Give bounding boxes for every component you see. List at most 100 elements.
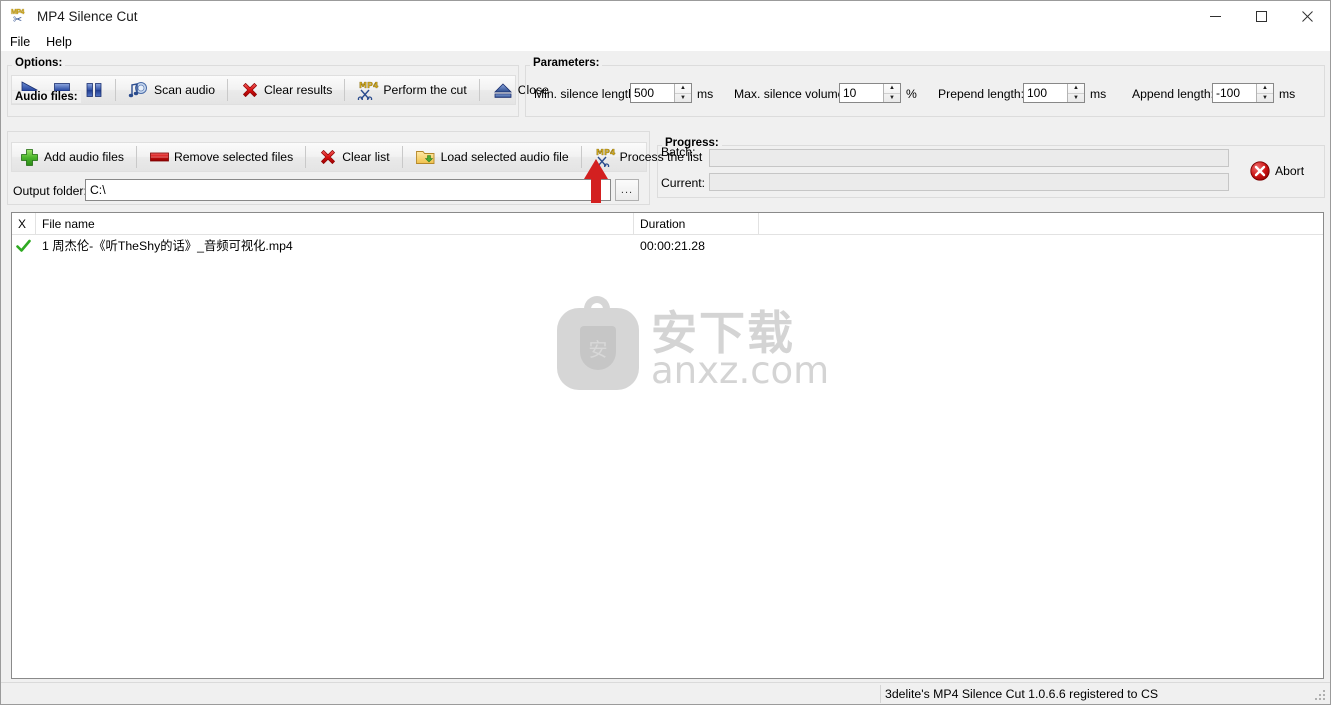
perform-the-cut-label: Perform the cut — [383, 83, 467, 97]
append-length-unit: ms — [1279, 87, 1296, 101]
toolbar-separator — [401, 146, 403, 168]
spin-down-icon[interactable]: ▼ — [1257, 94, 1273, 103]
progress-current-label: Current: — [661, 176, 706, 190]
output-folder-value: C:\ — [90, 183, 106, 197]
column-header-spacer — [759, 213, 1319, 235]
pause-icon — [86, 83, 102, 97]
minimize-button[interactable] — [1192, 1, 1238, 32]
min-silence-length-input[interactable] — [631, 84, 674, 102]
menu-bar: File Help — [1, 32, 1330, 51]
spin-down-icon[interactable]: ▼ — [1068, 94, 1084, 103]
status-text: 3delite's MP4 Silence Cut 1.0.6.6 regist… — [885, 686, 1159, 701]
mp4-scissors-icon: MP4 — [594, 148, 616, 167]
watermark-badge-glyph: 安 — [580, 326, 616, 370]
max-silence-volume-spin-buttons[interactable]: ▲ ▼ — [883, 84, 900, 102]
close-window-button[interactable] — [1284, 1, 1330, 32]
append-length-spin-buttons[interactable]: ▲ ▼ — [1256, 84, 1273, 102]
row-duration-cell: 00:00:21.28 — [640, 239, 705, 253]
load-selected-audio-file-button[interactable]: Load selected audio file — [408, 143, 576, 171]
row-spacer-cell — [759, 235, 1319, 257]
max-silence-volume-input[interactable] — [840, 84, 883, 102]
toolbar-separator — [227, 79, 228, 101]
resize-grip-icon[interactable] — [1315, 690, 1327, 702]
column-header-duration[interactable]: Duration — [634, 213, 759, 235]
file-list[interactable]: X File name Duration 1 周杰伦-《听TheShy的话》_音… — [11, 212, 1324, 679]
spin-up-icon[interactable]: ▲ — [1257, 84, 1273, 94]
red-minus-icon — [150, 152, 169, 162]
green-plus-icon — [21, 148, 38, 166]
clear-list-button[interactable]: Clear list — [311, 143, 396, 171]
min-silence-length-label: Min. silence length: — [534, 87, 639, 101]
clear-results-button[interactable]: Clear results — [233, 76, 339, 104]
options-caption: Options: — [12, 57, 66, 69]
eject-icon — [493, 83, 512, 98]
options-toolbar: Scan audio Clear results MP4 Perform the… — [11, 75, 549, 105]
green-check-icon — [16, 239, 31, 252]
watermark: 安 安下载 anxz.com — [557, 296, 829, 390]
clear-list-label: Clear list — [342, 150, 390, 164]
table-row[interactable]: 1 周杰伦-《听TheShy的话》_音频可视化.mp4 00:00:21.28 — [12, 235, 1323, 257]
maximize-button[interactable] — [1238, 1, 1284, 32]
batch-progress-bar — [709, 149, 1229, 167]
mp4-silence-cut-window: MP4 ✂ MP4 Silence Cut File Help Options: — [0, 0, 1331, 705]
prepend-length-label: Prepend length: — [938, 87, 1025, 101]
spin-up-icon[interactable]: ▲ — [884, 84, 900, 94]
parameters-caption: Parameters: — [530, 57, 603, 69]
toolbar-separator — [305, 146, 307, 168]
append-length-label: Append length: — [1132, 87, 1214, 101]
file-list-header: X File name Duration — [12, 213, 1323, 235]
add-audio-files-button[interactable]: Add audio files — [12, 143, 131, 171]
status-bar: 3delite's MP4 Silence Cut 1.0.6.6 regist… — [1, 682, 1330, 704]
prepend-length-spin-buttons[interactable]: ▲ ▼ — [1067, 84, 1084, 102]
menu-help[interactable]: Help — [46, 34, 78, 50]
watermark-text: 安下载 anxz.com — [651, 310, 829, 389]
browse-output-folder-button[interactable]: ... — [615, 179, 639, 201]
scan-audio-icon — [128, 82, 147, 98]
watermark-chinese: 安下载 — [651, 305, 795, 360]
scissors-icon: ✂ — [13, 13, 23, 26]
min-silence-length-spin-buttons[interactable]: ▲ ▼ — [674, 84, 691, 102]
spin-up-icon[interactable]: ▲ — [1068, 84, 1084, 94]
current-progress-bar — [709, 173, 1229, 191]
svg-text:MP4: MP4 — [596, 148, 616, 157]
row-check-cell[interactable] — [12, 235, 36, 257]
watermark-bag-icon: 安 — [557, 296, 639, 390]
spin-down-icon[interactable]: ▼ — [675, 94, 691, 103]
min-silence-length-unit: ms — [697, 87, 714, 101]
remove-selected-files-label: Remove selected files — [173, 150, 294, 164]
column-header-file-name[interactable]: File name — [36, 213, 634, 235]
spin-down-icon[interactable]: ▼ — [884, 94, 900, 103]
append-length-input[interactable] — [1213, 84, 1256, 102]
toolbar-separator — [344, 79, 346, 101]
app-icon: MP4 ✂ — [11, 8, 29, 26]
toolbar-separator — [580, 146, 582, 168]
perform-the-cut-button[interactable]: MP4 Perform the cut — [350, 76, 473, 104]
status-separator — [880, 685, 881, 703]
min-silence-length-stepper[interactable]: ▲ ▼ — [630, 83, 692, 103]
prepend-length-input[interactable] — [1024, 84, 1067, 102]
audio-files-toolbar: Add audio files Remove selected files Cl… — [11, 142, 702, 172]
column-header-check[interactable]: X — [12, 213, 36, 235]
folder-open-icon — [415, 151, 435, 164]
max-silence-volume-unit: % — [906, 87, 917, 101]
clear-results-label: Clear results — [264, 83, 333, 97]
abort-label: Abort — [1275, 164, 1305, 178]
scan-audio-button[interactable]: Scan audio — [121, 76, 222, 104]
add-audio-files-label: Add audio files — [44, 150, 124, 164]
mp4-scissors-icon: MP4 — [358, 81, 379, 100]
prepend-length-stepper[interactable]: ▲ ▼ — [1023, 83, 1085, 103]
browse-dots-label: ... — [620, 184, 634, 196]
remove-selected-files-button[interactable]: Remove selected files — [142, 143, 300, 171]
pause-button[interactable] — [78, 76, 110, 104]
menu-file[interactable]: File — [10, 34, 36, 50]
window-controls — [1192, 1, 1330, 32]
spin-up-icon[interactable]: ▲ — [675, 84, 691, 94]
toolbar-separator — [115, 79, 116, 101]
max-silence-volume-stepper[interactable]: ▲ ▼ — [839, 83, 901, 103]
abort-button[interactable]: Abort — [1242, 157, 1311, 185]
prepend-length-unit: ms — [1090, 87, 1107, 101]
output-folder-field[interactable]: C:\ — [85, 179, 611, 201]
append-length-stepper[interactable]: ▲ ▼ — [1212, 83, 1274, 103]
max-silence-volume-label: Max. silence volume: — [734, 87, 848, 101]
scan-audio-label: Scan audio — [154, 83, 215, 97]
